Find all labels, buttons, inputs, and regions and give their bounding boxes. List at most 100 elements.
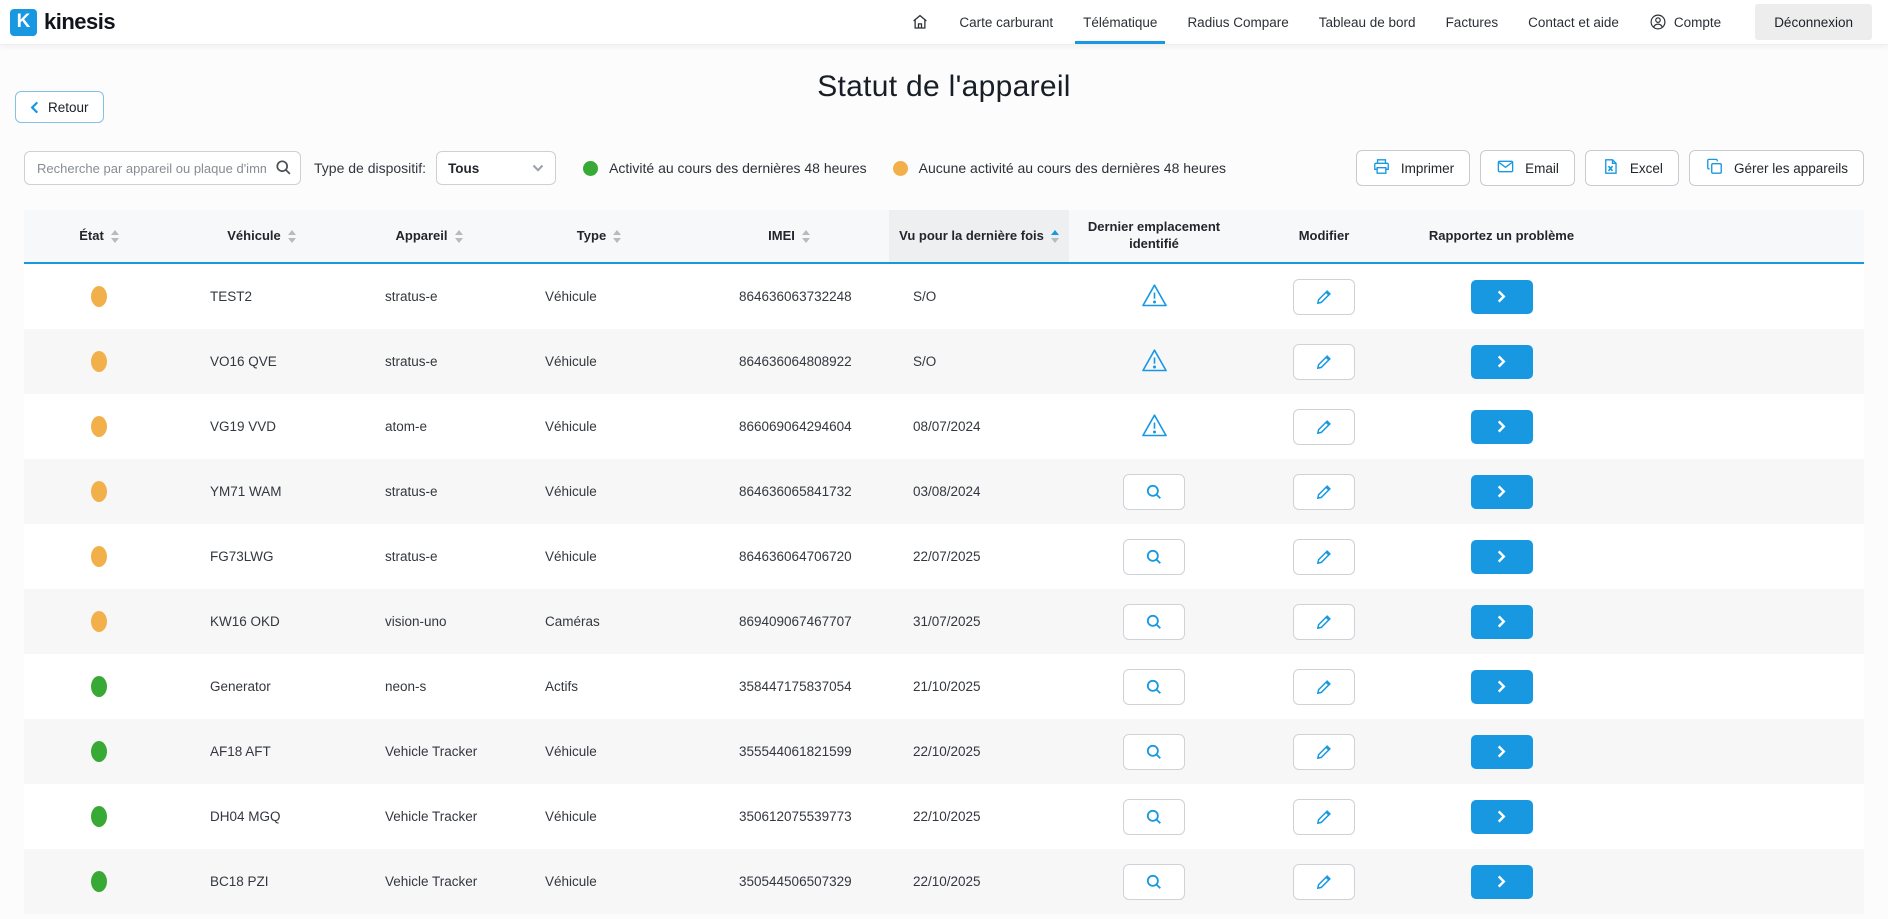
edit-button[interactable] xyxy=(1293,604,1355,640)
action-button-label: Imprimer xyxy=(1401,161,1454,176)
vehicle-cell: Generator xyxy=(174,679,349,694)
location-cell xyxy=(1069,669,1239,705)
column-header-etat[interactable]: État xyxy=(24,210,174,262)
locate-button[interactable] xyxy=(1123,864,1185,900)
locate-button[interactable] xyxy=(1123,734,1185,770)
locate-button[interactable] xyxy=(1123,799,1185,835)
table-row: FG73LWG stratus-e Véhicule 8646360647067… xyxy=(24,524,1864,589)
locate-button[interactable] xyxy=(1123,539,1185,575)
device-type-value: Tous xyxy=(448,161,479,176)
status-dot xyxy=(91,546,107,567)
report-problem-button[interactable] xyxy=(1471,475,1533,509)
edit-button[interactable] xyxy=(1293,474,1355,510)
gerer-les-appareils-button[interactable]: Gérer les appareils xyxy=(1689,150,1864,186)
edit-button[interactable] xyxy=(1293,669,1355,705)
nav-item-contact-et-aide[interactable]: Contact et aide xyxy=(1528,0,1619,44)
back-button[interactable]: Retour xyxy=(15,91,104,123)
chevron-right-icon xyxy=(1497,875,1506,888)
warning-icon xyxy=(1141,413,1168,441)
column-header-appareil[interactable]: Appareil xyxy=(349,210,509,262)
location-cell xyxy=(1069,604,1239,640)
imei-cell: 864636064706720 xyxy=(689,549,889,564)
sort-arrows-icon xyxy=(111,230,119,243)
locate-button[interactable] xyxy=(1123,669,1185,705)
logout-button[interactable]: Déconnexion xyxy=(1755,4,1872,40)
nav-item-radius-compare[interactable]: Radius Compare xyxy=(1187,0,1288,44)
warning-icon xyxy=(1141,348,1168,376)
column-header-vehicule[interactable]: Véhicule xyxy=(174,210,349,262)
column-header-imei[interactable]: IMEI xyxy=(689,210,889,262)
table-header-row: État Véhicule Appareil Type IMEI Vu pour… xyxy=(24,210,1864,264)
edit-button[interactable] xyxy=(1293,734,1355,770)
report-problem-button[interactable] xyxy=(1471,280,1533,314)
column-header-vu-pour-la-derniere-fois[interactable]: Vu pour la dernière fois xyxy=(889,210,1069,262)
nav-home[interactable] xyxy=(911,0,929,44)
action-button-label: Gérer les appareils xyxy=(1734,161,1848,176)
locate-button[interactable] xyxy=(1123,604,1185,640)
account-link[interactable]: Compte xyxy=(1649,13,1721,31)
brand-logo[interactable]: K kinesis xyxy=(10,9,115,36)
email-button[interactable]: Email xyxy=(1480,150,1575,186)
edit-button[interactable] xyxy=(1293,864,1355,900)
device-type-select[interactable]: Tous xyxy=(436,151,556,185)
search-box xyxy=(24,151,301,185)
report-problem-button[interactable] xyxy=(1471,735,1533,769)
home-icon xyxy=(911,13,929,31)
status-dot xyxy=(91,871,107,892)
last-seen-cell: 31/07/2025 xyxy=(889,614,1069,629)
chevron-right-icon xyxy=(1497,745,1506,758)
chevron-right-icon xyxy=(1497,615,1506,628)
search-icon xyxy=(275,159,292,176)
edit-button[interactable] xyxy=(1293,409,1355,445)
printer-icon xyxy=(1372,157,1391,179)
edit-button[interactable] xyxy=(1293,539,1355,575)
edit-button[interactable] xyxy=(1293,279,1355,315)
edit-button[interactable] xyxy=(1293,344,1355,380)
report-problem-button[interactable] xyxy=(1471,800,1533,834)
status-dot xyxy=(91,481,107,502)
table-row: VG19 VVD atom-e Véhicule 866069064294604… xyxy=(24,394,1864,459)
nav-item-label: Tableau de bord xyxy=(1319,15,1416,30)
type-cell: Véhicule xyxy=(509,419,689,434)
sort-arrows-icon xyxy=(455,230,463,243)
device-cell: stratus-e xyxy=(349,354,509,369)
toolbar: Type de dispositif: Tous Activité au cou… xyxy=(24,150,1864,186)
device-type-label: Type de dispositif: xyxy=(314,160,426,176)
report-problem-button[interactable] xyxy=(1471,865,1533,899)
nav-item-tableau-de-bord[interactable]: Tableau de bord xyxy=(1319,0,1416,44)
topbar: K kinesis Carte carburant Télématique Radi… xyxy=(0,0,1888,45)
nav-item-carte-carburant[interactable]: Carte carburant xyxy=(959,0,1053,44)
report-problem-button[interactable] xyxy=(1471,670,1533,704)
imei-cell: 864636065841732 xyxy=(689,484,889,499)
search-input[interactable] xyxy=(24,151,301,185)
type-cell: Véhicule xyxy=(509,874,689,889)
imprimer-button[interactable]: Imprimer xyxy=(1356,150,1470,186)
vehicle-cell: YM71 WAM xyxy=(174,484,349,499)
report-problem-button[interactable] xyxy=(1471,540,1533,574)
report-problem-button[interactable] xyxy=(1471,410,1533,444)
excel-button[interactable]: Excel xyxy=(1585,150,1679,186)
device-cell: vision-uno xyxy=(349,614,509,629)
report-problem-button[interactable] xyxy=(1471,605,1533,639)
column-header-type[interactable]: Type xyxy=(509,210,689,262)
column-header-label: Rapportez un problème xyxy=(1429,228,1574,245)
nav-item-telematique[interactable]: Télématique xyxy=(1083,0,1157,44)
device-cell: stratus-e xyxy=(349,289,509,304)
status-dot xyxy=(91,676,107,697)
imei-cell: 864636063732248 xyxy=(689,289,889,304)
status-legend: Activité au cours des dernières 48 heure… xyxy=(583,160,1226,176)
edit-button[interactable] xyxy=(1293,799,1355,835)
last-seen-cell: 22/10/2025 xyxy=(889,744,1069,759)
status-dot xyxy=(91,806,107,827)
locate-button[interactable] xyxy=(1123,474,1185,510)
device-cell: Vehicle Tracker xyxy=(349,874,509,889)
search-icon xyxy=(1145,548,1163,566)
device-status-table: État Véhicule Appareil Type IMEI Vu pour… xyxy=(24,210,1864,914)
report-problem-button[interactable] xyxy=(1471,345,1533,379)
nav-item-factures[interactable]: Factures xyxy=(1446,0,1499,44)
last-seen-cell: 22/10/2025 xyxy=(889,874,1069,889)
column-header-rapportez-un-probleme: Rapportez un problème xyxy=(1409,210,1594,262)
imei-cell: 355544061821599 xyxy=(689,744,889,759)
table-body: TEST2 stratus-e Véhicule 864636063732248… xyxy=(24,264,1864,914)
status-dot xyxy=(91,351,107,372)
